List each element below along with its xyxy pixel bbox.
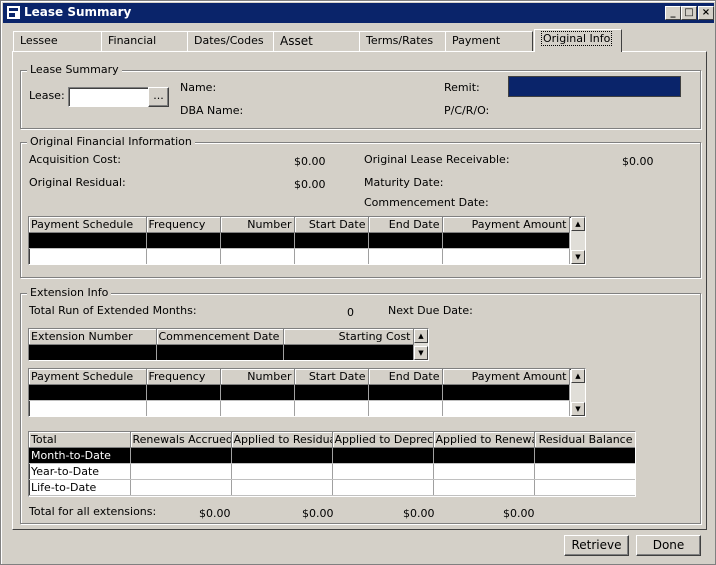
column-header[interactable]: Total [29,432,131,448]
column-header[interactable]: Number [220,369,295,385]
total-applied-residual-value: $0.00 [302,507,334,520]
tab-label: Original Info [541,31,613,46]
tab-dates-codes[interactable]: Dates/Codes [187,31,275,52]
title-bar[interactable]: Lease Summary _ □ × [3,3,714,23]
table-row[interactable]: Month-to-Date [29,447,635,464]
scroll-down-icon[interactable]: ▼ [571,250,585,264]
group-legend: Original Financial Information [27,135,195,148]
original-lease-receivable-label: Original Lease Receivable: [364,153,510,166]
total-applied-deprec-value: $0.00 [403,507,435,520]
tab-label: Payment [452,34,501,47]
scroll-up-icon[interactable]: ▲ [571,369,585,383]
tab-financial[interactable]: Financial [101,31,189,52]
tab-label: Dates/Codes [194,34,264,47]
acquisition-cost-value: $0.00 [294,155,326,168]
grid-header-row: Total Renewals Accrued Applied to Residu… [29,432,635,448]
table-row[interactable]: Year-to-Date [29,463,635,480]
remit-field[interactable] [508,76,681,97]
group-legend: Extension Info [27,286,112,299]
tab-label: Asset [280,34,313,48]
scroll-down-icon[interactable]: ▼ [414,346,428,360]
column-header[interactable]: Extension Number [29,329,157,345]
column-header[interactable]: Starting Cost [283,329,414,345]
column-header[interactable]: Applied to Renewal [433,432,535,448]
next-due-date-label: Next Due Date: [388,304,473,317]
table-row[interactable] [29,400,570,416]
grid-header-row: Payment Schedule Frequency Number Start … [29,369,570,385]
column-header[interactable]: Start Date [294,217,369,233]
tab-terms-rates[interactable]: Terms/Rates [359,31,447,52]
original-payment-schedule-grid[interactable]: Payment Schedule Frequency Number Start … [28,216,586,265]
lease-summary-window: Lease Summary _ □ × Lessee Financial Dat… [0,0,716,565]
original-residual-value: $0.00 [294,178,326,191]
total-all-extensions-label: Total for all extensions: [29,505,157,518]
lease-input[interactable] [68,87,149,107]
scroll-up-icon[interactable]: ▲ [414,329,428,343]
column-header[interactable]: Payment Schedule [29,217,147,233]
column-header[interactable]: Start Date [294,369,369,385]
original-residual-label: Original Residual: [29,176,126,189]
extension-grid[interactable]: Extension Number Commencement Date Start… [28,328,429,361]
extension-totals-grid[interactable]: Total Renewals Accrued Applied to Residu… [28,431,636,497]
original-lease-receivable-value: $0.00 [622,155,654,168]
scroll-up-icon[interactable]: ▲ [571,217,585,231]
total-applied-renewal-value: $0.00 [503,507,535,520]
table-row[interactable]: Life-to-Date [29,479,635,496]
tab-label: Financial [108,34,157,47]
tab-lessee[interactable]: Lessee [13,31,103,52]
retrieve-button[interactable]: Retrieve [564,535,629,556]
vertical-scrollbar[interactable]: ▲ ▼ [414,329,428,360]
tab-original-info[interactable]: Original Info [534,29,622,52]
close-button[interactable]: × [698,6,714,20]
commencement-date-label: Commencement Date: [364,196,489,209]
total-run-value: 0 [347,306,354,319]
table-row[interactable] [29,248,570,264]
window-title: Lease Summary [24,5,132,19]
maximize-button[interactable]: □ [681,6,697,20]
column-header[interactable]: Commencement Date [156,329,284,345]
total-run-label: Total Run of Extended Months: [29,304,197,317]
tab-label: Terms/Rates [366,34,434,47]
remit-label: Remit: [444,81,480,94]
column-header[interactable]: Number [220,217,295,233]
pcro-label: P/C/R/O: [444,104,490,117]
dba-name-label: DBA Name: [180,104,244,117]
vertical-scrollbar[interactable]: ▲ ▼ [571,217,585,264]
total-renewals-accrued-value: $0.00 [199,507,231,520]
tab-asset[interactable]: Asset [273,31,361,52]
maturity-date-label: Maturity Date: [364,176,444,189]
grid-header-row: Payment Schedule Frequency Number Start … [29,217,570,233]
app-icon [7,6,20,19]
table-row[interactable] [29,384,570,401]
column-header[interactable]: Applied to Residual [231,432,333,448]
tab-label: Lessee [20,34,58,47]
tab-payment[interactable]: Payment [445,31,533,52]
acquisition-cost-label: Acquisition Cost: [29,153,121,166]
row-label: Month-to-Date [29,447,131,464]
column-header[interactable]: Payment Amount [442,369,570,385]
column-header[interactable]: Frequency [146,217,221,233]
grid-header-row: Extension Number Commencement Date Start… [29,329,414,345]
lease-browse-button[interactable]: ... [148,87,169,107]
minimize-button[interactable]: _ [665,6,681,20]
vertical-scrollbar[interactable]: ▲ ▼ [571,369,585,416]
table-row[interactable] [29,344,414,360]
row-label: Year-to-Date [29,463,131,480]
extension-payment-schedule-grid[interactable]: Payment Schedule Frequency Number Start … [28,368,586,417]
column-header[interactable]: Residual Balance [534,432,635,448]
group-legend: Lease Summary [27,63,122,76]
name-label: Name: [180,81,217,94]
column-header[interactable]: Payment Schedule [29,369,147,385]
table-row[interactable] [29,232,570,249]
row-label: Life-to-Date [29,479,131,496]
column-header[interactable]: Applied to Deprec. [332,432,434,448]
lease-label: Lease: [29,89,65,102]
column-header[interactable]: End Date [368,217,443,233]
column-header[interactable]: Payment Amount [442,217,570,233]
column-header[interactable]: End Date [368,369,443,385]
column-header[interactable]: Renewals Accrued [130,432,232,448]
done-button[interactable]: Done [636,535,701,556]
column-header[interactable]: Frequency [146,369,221,385]
scroll-down-icon[interactable]: ▼ [571,402,585,416]
